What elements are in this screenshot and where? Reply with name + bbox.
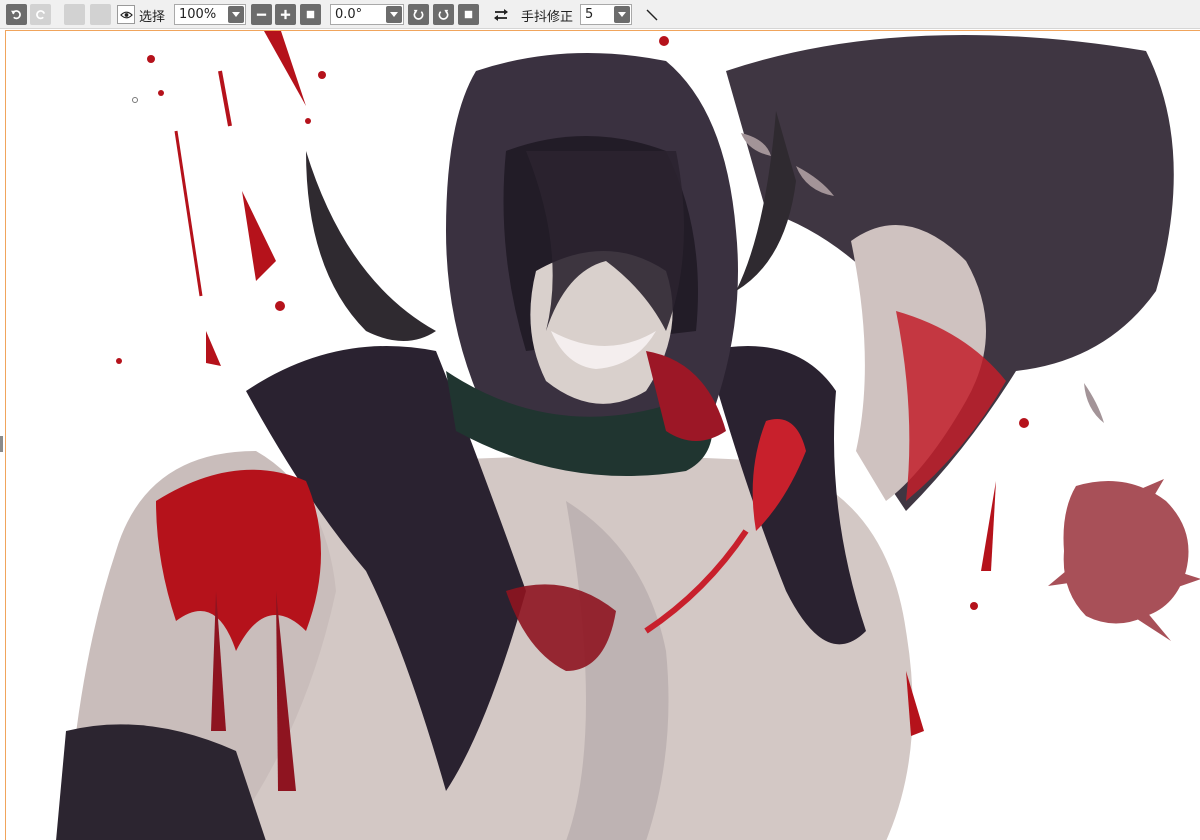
blood-drop-7 [659,36,669,46]
stabilizer-label: 手抖修正 [521,10,574,25]
mauve-spike-3 [1048,571,1069,586]
plus-icon [280,9,291,20]
blood-drop-5 [275,301,285,311]
chevron-down-icon [228,6,244,23]
blood-shard-1 [264,31,306,106]
toolbar-button-disabled-2[interactable] [90,4,111,25]
line-tool-button[interactable] [641,4,662,25]
toolbar: 选择 100% 0.0° 手抖修正 5 [0,0,1200,29]
blood-shard-5 [981,481,996,571]
blood-shard-2 [242,191,276,281]
redo-button[interactable] [30,4,51,25]
blood-drop-1 [147,55,155,63]
mauve-splat [1063,481,1189,624]
toolbar-button-disabled-1[interactable] [64,4,85,25]
zoom-reset-button[interactable] [300,4,321,25]
minus-icon [256,13,267,16]
blood-drop-3 [318,71,326,79]
rotate-right-button[interactable] [433,4,454,25]
blood-drop-2 [158,90,164,96]
artwork [56,31,1200,840]
flip-icon [493,8,508,21]
diagonal-line-icon [646,9,657,20]
mauve-spike-2 [1176,571,1200,587]
rotate-left-icon [413,9,424,20]
rotation-value: 0.0° [335,7,363,22]
chevron-down-icon [386,6,402,23]
stabilizer-value: 5 [585,7,594,22]
rotation-select[interactable]: 0.0° [330,4,404,25]
eye-icon [119,11,133,18]
drawing-canvas[interactable] [5,30,1200,840]
blood-streak-2 [218,70,232,127]
mauve-spike-4 [1134,611,1171,641]
small-ring [132,97,138,103]
stabilizer-select[interactable]: 5 [580,4,632,25]
rotate-right-icon [438,9,449,20]
zoom-out-button[interactable] [251,4,272,25]
panel-resize-handle[interactable] [0,436,3,452]
flip-horizontal-button[interactable] [490,4,511,25]
zoom-value: 100% [179,7,217,22]
square-icon [306,10,315,19]
rotate-reset-button[interactable] [458,4,479,25]
blood-drop-8 [970,602,978,610]
blood-drop-6 [116,358,122,364]
select-label: 选择 [139,10,166,25]
gray-splash-3 [1084,383,1104,423]
chevron-down-icon [614,6,630,23]
horn-left [306,151,436,341]
redo-icon [36,10,46,20]
zoom-select[interactable]: 100% [174,4,246,25]
undo-button[interactable] [6,4,27,25]
square-icon [464,10,473,19]
blood-streak-1 [174,130,203,297]
zoom-in-button[interactable] [275,4,296,25]
eye-toggle[interactable] [117,5,135,24]
undo-icon [10,10,21,20]
blood-drop-9 [1019,418,1029,428]
rotate-left-button[interactable] [408,4,429,25]
blood-drop-4 [305,118,311,124]
blood-shard-3 [206,331,221,366]
